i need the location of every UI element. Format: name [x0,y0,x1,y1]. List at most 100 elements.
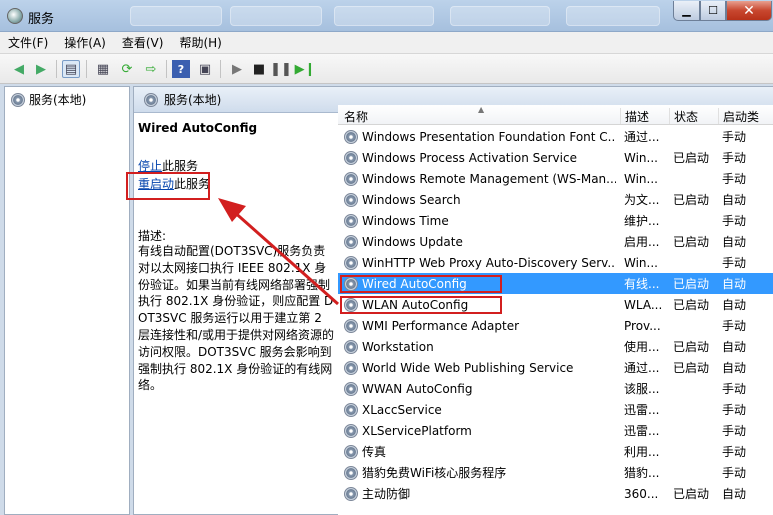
service-description-cell: 猎豹... [624,466,660,480]
toolbar-separator [166,60,167,78]
description-label: 描述: [138,229,167,243]
service-description-cell: 为文... [624,193,660,207]
close-button[interactable]: ✕ [726,1,772,21]
service-name-cell: World Wide Web Publishing Service [344,360,616,375]
service-name: Windows Time [362,213,449,228]
service-row[interactable]: Wired AutoConfig 有线... 已启动 自动 [338,273,773,294]
gear-icon [11,92,25,107]
service-name-cell: Windows Time [344,213,616,228]
service-row[interactable]: XLaccService 迅雷... 手动 [338,399,773,420]
gear-icon [344,213,358,228]
service-row[interactable]: WWAN AutoConfig 该服... 手动 [338,378,773,399]
service-name-cell: 传真 [344,443,616,460]
description-pane: Wired AutoConfig 停止此服务 重启动此服务 描述: 有线自动配置… [138,121,338,392]
service-name: 猎豹免费WiFi核心服务程序 [362,466,507,480]
service-row[interactable]: XLServicePlatform 迅雷... 手动 [338,420,773,441]
service-name-cell: Windows Process Activation Service [344,150,616,165]
service-description-cell: 迅雷... [624,403,660,417]
service-description-cell: WLA... [624,297,663,312]
column-startup-type[interactable]: 启动类 [718,108,759,124]
refresh-icon[interactable]: ⟳ [118,60,136,78]
service-startup-cell: 手动 [722,403,747,417]
gear-icon [144,92,158,107]
service-name: 主动防御 [362,487,411,501]
service-name-cell: XLaccService [344,402,616,417]
pause-service-icon[interactable]: ❚❚ [270,60,292,78]
service-row[interactable]: Windows Remote Management (WS-Man... Win.… [338,168,773,189]
back-arrow-icon[interactable]: ◀ [10,60,28,78]
console-tree: 服务(本地) [4,86,130,515]
service-description-cell: Win... [624,255,658,270]
service-row[interactable]: 主动防御 360... 已启动 自动 [338,483,773,504]
start-service-icon[interactable]: ▶ [228,60,246,78]
menu-file[interactable]: 文件(F) [8,34,48,51]
toolbar: ◀ ▶ ▤ ▦ ⟳ ⇨ ? ▣ ▶ ■ ❚❚ ▶❙ [0,54,773,84]
service-row[interactable]: Windows Update 启用... 已启动 自动 [338,231,773,252]
column-name[interactable]: 名称 [344,108,368,124]
minimize-button[interactable]: ▁ [673,1,700,21]
gear-icon [344,192,358,207]
services-panel: 服务(本地) Wired AutoConfig 停止此服务 重启动此服务 描述:… [133,86,773,515]
service-startup-cell: 自动 [722,361,747,375]
service-startup-cell: 自动 [722,340,747,354]
export-list-icon[interactable]: ⇨ [142,60,160,78]
restart-service-icon[interactable]: ▶❙ [295,60,316,78]
show-pane-icon[interactable]: ▣ [196,60,214,78]
list-header: ▲ 名称 描述 状态 启动类 [338,105,773,125]
service-startup-cell: 手动 [722,214,747,228]
selected-service-name: Wired AutoConfig [138,121,258,135]
service-row[interactable]: WinHTTP Web Proxy Auto-Discovery Serv...… [338,252,773,273]
stop-service-link[interactable]: 停止 [138,159,162,173]
service-name-cell: Windows Update [344,234,616,249]
service-name-cell: 猎豹免费WiFi核心服务程序 [344,464,616,481]
services-app-icon [7,8,23,24]
menu-bar: 文件(F) 操作(A) 查看(V) 帮助(H) [0,32,773,54]
service-startup-cell: 手动 [722,130,747,144]
console-tree-icon[interactable]: ▤ [62,60,80,78]
service-row[interactable]: Workstation 使用... 已启动 自动 [338,336,773,357]
properties-list-icon[interactable]: ▦ [94,60,112,78]
service-startup-cell: 手动 [722,424,747,438]
service-row[interactable]: Windows Presentation Foundation Font C..… [338,126,773,147]
service-row[interactable]: World Wide Web Publishing Service 通过... 已启… [338,357,773,378]
annotation-box-restart [126,172,210,200]
maximize-button[interactable]: ☐ [700,1,726,21]
service-name-cell: Windows Search [344,192,616,207]
help-icon[interactable]: ? [172,60,190,78]
gear-icon [344,339,358,354]
service-name: WMI Performance Adapter [362,318,520,333]
service-name: Workstation [362,339,434,354]
gear-icon [344,444,358,459]
stop-service-icon[interactable]: ■ [250,60,268,78]
service-name-cell: Workstation [344,339,616,354]
column-description[interactable]: 描述 [620,108,649,124]
service-row[interactable]: Windows Time 维护... 手动 [338,210,773,231]
service-status-cell: 已启动 [673,235,710,249]
service-description-cell: Win... [624,150,658,165]
service-row[interactable]: WMI Performance Adapter Prov... 手动 [338,315,773,336]
toolbar-separator [86,60,87,78]
gear-icon [344,402,358,417]
forward-arrow-icon[interactable]: ▶ [32,60,50,78]
menu-action[interactable]: 操作(A) [64,34,106,51]
minimize-icon: ▁ [682,4,691,17]
service-startup-cell: 手动 [722,466,747,480]
service-name: XLServicePlatform [362,423,472,438]
service-name: Windows Search [362,192,461,207]
service-description-cell: 通过... [624,361,660,375]
service-row[interactable]: 猎豹免费WiFi核心服务程序 猎豹... 手动 [338,462,773,483]
tree-item-services-local[interactable]: 服务(本地) [11,91,86,108]
menu-view[interactable]: 查看(V) [122,34,164,51]
gear-icon [344,465,358,480]
gear-icon [344,255,358,270]
service-row[interactable]: Windows Process Activation Service Win...… [338,147,773,168]
service-name: 传真 [362,445,387,459]
service-name: WLAN AutoConfig [362,297,469,312]
service-row[interactable]: 传真 利用... 手动 [338,441,773,462]
column-status[interactable]: 状态 [669,108,698,124]
service-description-cell: 迅雷... [624,424,660,438]
service-startup-cell: 手动 [722,256,747,270]
service-row[interactable]: Windows Search 为文... 已启动 自动 [338,189,773,210]
service-row[interactable]: WLAN AutoConfig WLA... 已启动 自动 [338,294,773,315]
menu-help[interactable]: 帮助(H) [179,34,221,51]
